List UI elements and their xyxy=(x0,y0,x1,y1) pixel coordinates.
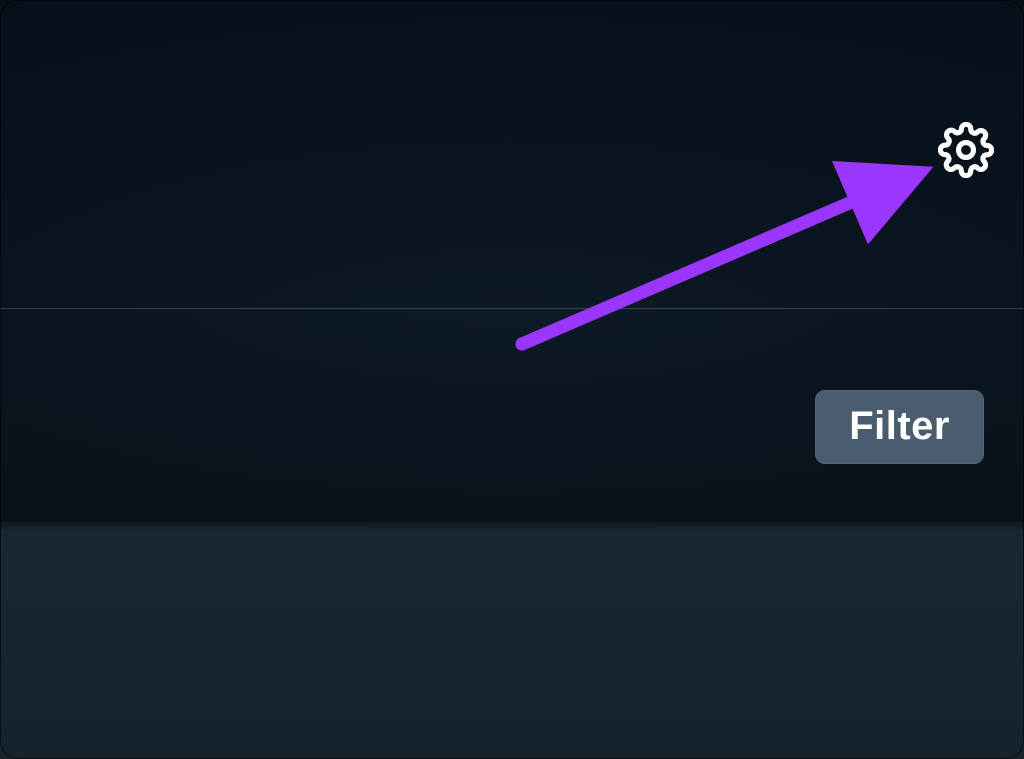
filter-button-label: Filter xyxy=(849,404,950,448)
gear-icon xyxy=(938,122,994,178)
app-canvas: Filter xyxy=(0,0,1024,759)
header-region xyxy=(0,0,1024,308)
content-region xyxy=(0,522,1024,759)
settings-button[interactable] xyxy=(938,122,994,178)
filter-button[interactable]: Filter xyxy=(815,390,984,464)
